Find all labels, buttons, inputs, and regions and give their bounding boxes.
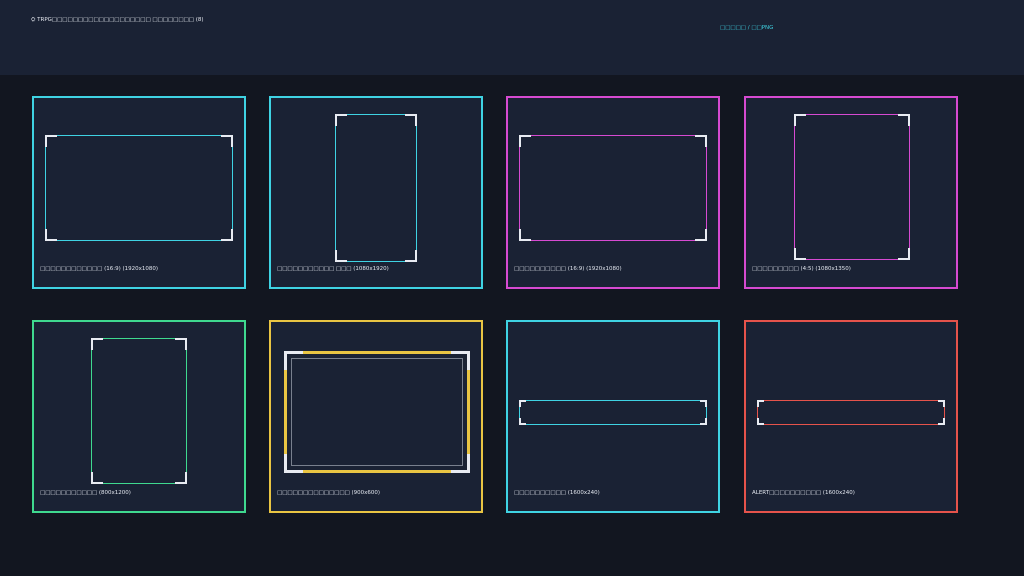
corner-mark-icon: [938, 400, 945, 407]
corner-mark-icon: [175, 472, 187, 484]
corner-mark-icon: [91, 338, 103, 350]
card-label: □□□□□□□□□□□□□□ (900x600): [277, 490, 381, 496]
app-header: ⛭ TRPG□□□□□□□□□□□□□□□□□□□ □□□□□□□□ (8) □…: [0, 0, 1024, 75]
frame-preview: [519, 400, 707, 425]
corner-mark-icon: [757, 400, 764, 407]
corner-mark-icon: [938, 418, 945, 425]
corner-mark-icon: [91, 472, 103, 484]
card-label: □□□□□□□□□□ (16:9) (1920x1080): [514, 266, 622, 272]
corner-mark-icon: [519, 229, 531, 241]
frame-preview: [794, 114, 910, 260]
corner-mark-icon: [335, 250, 347, 262]
corner-mark-icon: [794, 248, 806, 260]
inner-frame: [291, 358, 463, 466]
corner-mark-icon: [757, 418, 764, 425]
frame-card-square[interactable]: □□□□□□□□□ (4:5) (1080x1350): [744, 96, 958, 289]
corner-mark-icon: [451, 351, 470, 370]
corner-mark-icon: [175, 338, 187, 350]
frame-card-photo[interactable]: □□□□□□□□□□□□□□ (900x600): [269, 320, 483, 513]
corner-mark-icon: [519, 418, 526, 425]
frame-card-landscape-magenta[interactable]: □□□□□□□□□□ (16:9) (1920x1080): [506, 96, 720, 289]
corner-mark-icon: [284, 454, 303, 473]
corner-mark-icon: [898, 248, 910, 260]
frame-preview: [335, 114, 417, 262]
frame-preview: [757, 400, 945, 425]
page-title: ⛭ TRPG□□□□□□□□□□□□□□□□□□□ □□□□□□□□ (8): [31, 17, 204, 23]
frame-card-tall[interactable]: □□□□□□□□□□□ (800x1200): [32, 320, 246, 513]
corner-mark-icon: [519, 135, 531, 147]
corner-mark-icon: [221, 135, 233, 147]
corner-mark-icon: [405, 114, 417, 126]
frame-card-alert-banner[interactable]: ALERT□□□□□□□□□□ (1600x240): [744, 320, 958, 513]
frame-card-landscape[interactable]: □□□□□□□□□□□□ (16:9) (1920x1080): [32, 96, 246, 289]
frame-preview: [91, 338, 187, 484]
card-label: □□□□□□□□□□□□ (16:9) (1920x1080): [40, 266, 159, 272]
corner-mark-icon: [695, 135, 707, 147]
frame-preview: [284, 351, 470, 473]
frame-card-portrait[interactable]: □□□□□□□□□□□ □□□ (1080x1920): [269, 96, 483, 289]
corner-mark-icon: [221, 229, 233, 241]
card-label: □□□□□□□□□□ (1600x240): [514, 490, 600, 496]
corner-mark-icon: [45, 135, 57, 147]
corner-mark-icon: [700, 400, 707, 407]
corner-mark-icon: [284, 351, 303, 370]
frame-preview: [519, 135, 707, 241]
download-link[interactable]: □□□□□ / □□PNG: [720, 25, 773, 31]
card-label: □□□□□□□□□□□ (800x1200): [40, 490, 131, 496]
corner-mark-icon: [794, 114, 806, 126]
corner-mark-icon: [700, 418, 707, 425]
corner-mark-icon: [335, 114, 347, 126]
corner-mark-icon: [898, 114, 910, 126]
corner-mark-icon: [45, 229, 57, 241]
frame-card-banner[interactable]: □□□□□□□□□□ (1600x240): [506, 320, 720, 513]
card-label: ALERT□□□□□□□□□□ (1600x240): [752, 490, 855, 496]
card-label: □□□□□□□□□ (4:5) (1080x1350): [752, 266, 851, 272]
corner-mark-icon: [519, 400, 526, 407]
corner-mark-icon: [451, 454, 470, 473]
corner-mark-icon: [695, 229, 707, 241]
corner-mark-icon: [405, 250, 417, 262]
card-label: □□□□□□□□□□□ □□□ (1080x1920): [277, 266, 389, 272]
frame-preview: [45, 135, 233, 241]
